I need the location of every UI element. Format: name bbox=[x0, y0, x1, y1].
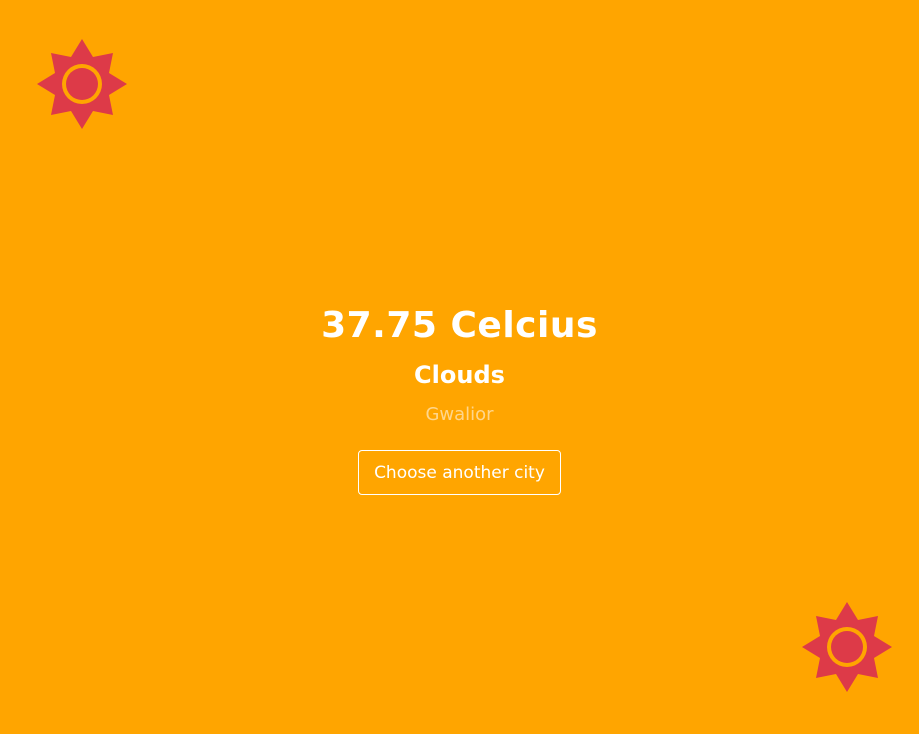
temperature-readout: 37.75 Celcius bbox=[321, 305, 598, 346]
sun-icon bbox=[37, 39, 127, 129]
sun-icon bbox=[802, 602, 892, 692]
weather-condition: Clouds bbox=[414, 361, 505, 389]
city-name: Gwalior bbox=[425, 404, 494, 425]
weather-card: 37.75 Celcius Clouds Gwalior Choose anot… bbox=[0, 300, 919, 495]
choose-another-city-button[interactable]: Choose another city bbox=[358, 450, 561, 495]
